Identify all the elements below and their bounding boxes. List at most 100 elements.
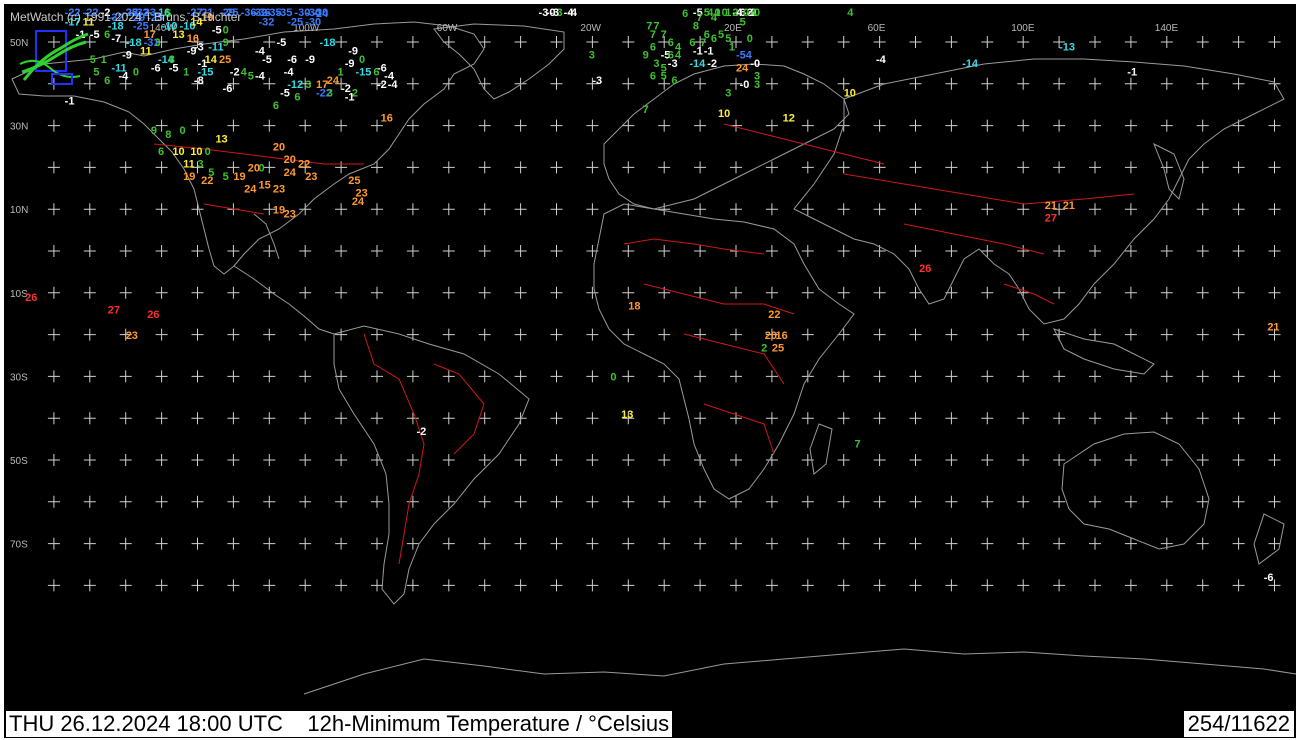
temperature-reading: 21 xyxy=(1063,200,1075,212)
grid-plus xyxy=(550,454,563,466)
grid-plus xyxy=(1232,579,1245,592)
grid-plus xyxy=(622,286,635,299)
temperature-reading: 3 xyxy=(725,87,731,99)
grid-plus xyxy=(406,454,419,466)
grid-plus xyxy=(263,579,276,592)
temperature-reading: -15 xyxy=(355,66,371,78)
grid-plus xyxy=(371,36,383,48)
grid-plus xyxy=(837,537,850,550)
temperature-reading: 23 xyxy=(305,171,317,183)
temperature-reading: 10 xyxy=(718,108,730,120)
grid-plus xyxy=(299,495,312,508)
temperature-reading: -8 xyxy=(194,75,204,87)
temperature-reading: 7 xyxy=(650,29,656,41)
grid-plus xyxy=(622,328,635,341)
grid-plus xyxy=(406,286,419,299)
temperature-reading: 5 xyxy=(93,66,99,78)
grid-plus xyxy=(1232,36,1245,48)
grid-plus xyxy=(873,412,886,425)
grid-plus xyxy=(47,495,60,508)
temperature-reading: 25 xyxy=(348,175,360,187)
temperature-reading: -13 xyxy=(1059,41,1075,53)
temperature-reading: 6 xyxy=(373,66,379,78)
grid-plus xyxy=(1089,537,1101,550)
temperature-reading: 5 xyxy=(223,171,229,183)
temperature-reading: 19 xyxy=(183,171,195,183)
grid-plus xyxy=(801,161,814,174)
grid-plus xyxy=(119,119,132,132)
temperature-reading: 6 xyxy=(104,29,110,41)
grid-plus xyxy=(406,161,419,174)
grid-plus xyxy=(1017,537,1030,550)
grid-plus xyxy=(586,537,599,550)
grid-plus xyxy=(263,537,276,550)
grid-plus xyxy=(1232,286,1245,299)
temperature-reading: -32 xyxy=(259,16,275,28)
grid-plus xyxy=(1053,412,1066,425)
grid-plus xyxy=(155,454,168,466)
grid-plus xyxy=(155,286,168,299)
temperature-reading: 21 xyxy=(1045,200,1057,212)
grid-plus xyxy=(550,77,563,90)
temperature-reading: -9 xyxy=(348,46,358,58)
temperature-reading: 6 xyxy=(682,8,688,20)
grid-plus xyxy=(299,36,312,48)
grid-plus xyxy=(406,245,419,257)
temperature-reading: 3 xyxy=(198,158,204,170)
grid-plus xyxy=(765,245,778,257)
grid-plus xyxy=(550,579,563,592)
grid-plus xyxy=(514,119,527,132)
grid-plus xyxy=(1196,579,1209,592)
grid-plus xyxy=(371,286,383,299)
grid-plus xyxy=(1017,161,1030,174)
temperature-reading: 16 xyxy=(775,330,787,342)
grid-plus xyxy=(514,579,527,592)
temperature-reading: 3 xyxy=(754,79,760,91)
grid-plus xyxy=(371,412,383,425)
grid-plus xyxy=(47,412,60,425)
temperature-reading: 22 xyxy=(201,175,213,187)
grid-plus xyxy=(658,495,671,508)
temperature-reading: 5 xyxy=(718,29,724,41)
temperature-reading: -14 xyxy=(962,58,979,70)
grid-plus xyxy=(801,537,814,550)
grid-plus xyxy=(1017,203,1030,216)
grid-plus xyxy=(478,119,491,132)
temperature-reading: 21 xyxy=(1267,321,1279,333)
grid-plus xyxy=(1124,579,1137,592)
grid-plus xyxy=(155,537,168,550)
temperature-reading: 1 xyxy=(101,54,107,66)
grid-plus xyxy=(765,537,778,550)
grid-plus xyxy=(837,161,850,174)
latitude-label: 50S xyxy=(10,456,28,467)
grid-plus xyxy=(550,286,563,299)
temperature-reading: 22 xyxy=(768,309,780,321)
grid-plus xyxy=(909,537,922,550)
temperature-reading: 1 xyxy=(729,41,735,53)
grid-plus xyxy=(1053,119,1066,132)
grid-plus xyxy=(478,495,491,508)
temperature-reading: 5 xyxy=(661,71,667,83)
grid-plus xyxy=(406,203,419,216)
grid-plus xyxy=(442,579,455,592)
temperature-reading: -9 xyxy=(187,46,197,58)
grid-plus xyxy=(406,579,419,592)
grid-plus xyxy=(514,412,527,425)
grid-plus xyxy=(1196,412,1209,425)
status-footer: THU 26.12.2024 18:00 UTC 12h-Minimum Tem… xyxy=(4,710,1296,738)
grid-plus xyxy=(191,454,204,466)
grid-plus xyxy=(694,245,707,257)
temperature-reading: 20 xyxy=(273,142,285,154)
grid-plus xyxy=(442,119,455,132)
grid-plus xyxy=(981,119,994,132)
temperature-reading: 19 xyxy=(233,171,245,183)
grid-plus xyxy=(909,454,922,466)
grid-plus xyxy=(837,370,850,383)
temperature-reading: -4 xyxy=(119,71,130,83)
temperature-reading: -3 xyxy=(549,7,559,19)
grid-plus xyxy=(299,370,312,383)
grid-plus xyxy=(227,579,240,592)
temperature-reading: 9 xyxy=(151,125,157,137)
grid-plus xyxy=(335,495,348,508)
temperature-reading: 7 xyxy=(661,29,667,41)
